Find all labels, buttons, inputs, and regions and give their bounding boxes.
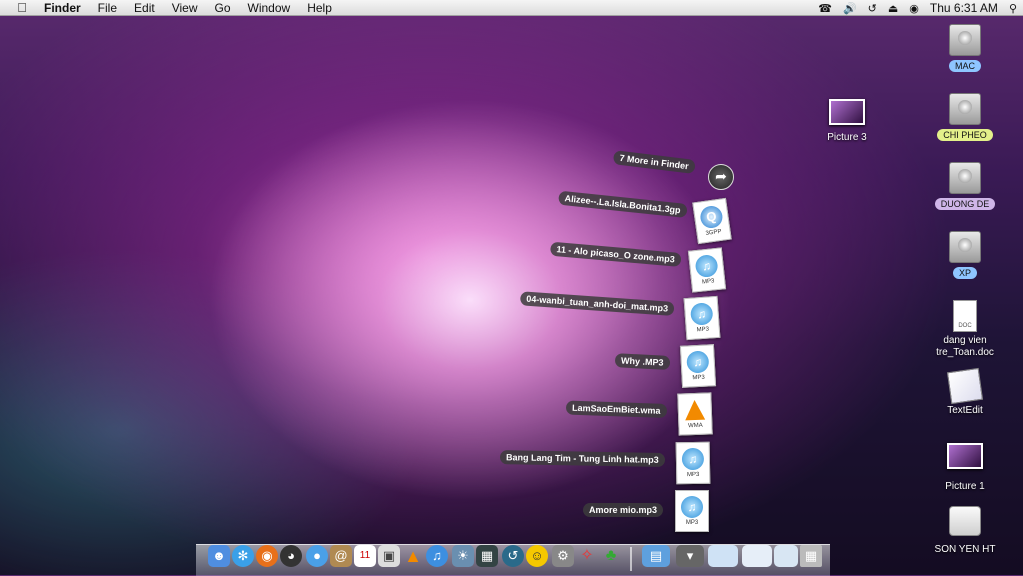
wifi-icon[interactable]: ◉ [909,2,919,15]
phone-icon[interactable]: ☎ [818,2,832,15]
stack-item-label[interactable]: Alizee--.La.Isla.Bonita1.3gp [557,190,688,218]
hard-drive-icon [949,24,981,56]
desktop-item-label: dang vien tre_Toan.doc [936,335,994,358]
time-machine-icon[interactable]: ↺ [502,545,524,567]
dashboard-icon[interactable]: ◕ [280,545,302,567]
desktop-drive-xp[interactable]: XP [920,231,1010,281]
stack-file-mp3[interactable]: ♫ MP3 [675,490,709,532]
desktop-file-picture-3[interactable]: Picture 3 [802,99,892,144]
stack-file-mp3[interactable]: ♫ MP3 [679,344,717,388]
eject-icon[interactable]: ⏏ [888,2,898,15]
desktop-drive-son-yen-ht[interactable]: SON YEN HT [920,506,1010,556]
desktop-drive-chi-pheo[interactable]: CHI PHEO [920,93,1010,143]
menu-help[interactable]: Help [307,1,332,15]
desktop-item-label: MAC [949,60,981,72]
vlc-icon[interactable]: ▲ [402,545,424,567]
desktop-app-textedit[interactable]: TextEdit [920,367,1010,417]
word-document-icon: DOC [953,300,977,332]
desktop-item-label: Picture 1 [945,481,985,492]
stack-item-label[interactable]: Bang Lang Tim - Tung Linh hat.mp3 [499,450,665,467]
trash-icon[interactable]: ▦ [800,545,822,567]
menu-go[interactable]: Go [215,1,231,15]
vlc-cone-icon [684,399,706,421]
ical-icon[interactable]: 11 [354,545,376,567]
menu-window[interactable]: Window [248,1,291,15]
dock: ☻ ✻ ◉ ◕ ● @ 11 ▣ ▲ ♫ ☀ ▦ ↺ ☺ ⚙ ✧ ♣ ▤ ▾ ▦ [196,544,830,576]
menu-view[interactable]: View [172,1,198,15]
preview-icon[interactable]: ▣ [378,545,400,567]
stack-file-wma[interactable]: WMA [677,392,713,436]
safari-icon[interactable]: ✻ [232,545,254,567]
itunes-music-icon: ♫ [681,447,705,471]
address-book-icon[interactable]: @ [330,545,352,567]
menu-bar:  Finder File Edit View Go Window Help ☎… [0,0,1023,16]
stack-item-label[interactable]: 11 - Alo picaso_O zone.mp3 [549,241,682,267]
firefox-icon[interactable]: ◉ [256,545,278,567]
desktop-item-label: Picture 3 [827,132,867,143]
frog-icon[interactable]: ♣ [600,545,622,567]
flash-icon[interactable]: ✧ [576,545,598,567]
image-thumbnail-icon [947,443,983,469]
spotlight-search-icon[interactable]: ⚲ [1009,2,1017,15]
window-thumbnail-icon[interactable] [708,545,738,567]
stack-file-mp3[interactable]: ♫ MP3 [675,441,711,485]
itunes-music-icon: ♫ [689,302,714,326]
image-thumbnail-icon [829,99,865,125]
iphoto-icon[interactable]: ☀ [452,545,474,567]
desktop-item-label: DUONG DE [934,198,996,210]
itunes-music-icon: ♫ [694,253,719,279]
downloads-stack-icon[interactable]: ▾ [676,545,704,567]
menu-app-finder[interactable]: Finder [44,1,81,15]
desktop-drive-duong-de[interactable]: DUONG DE [920,162,1010,212]
desktop-file-doc[interactable]: DOC dang vien tre_Toan.doc [915,300,1015,359]
menu-edit[interactable]: Edit [134,1,155,15]
hard-drive-icon [949,231,981,263]
stack-file-mp3[interactable]: ♫ MP3 [683,295,721,341]
desktop-item-label: SON YEN HT [934,544,996,555]
system-preferences-icon[interactable]: ⚙ [552,545,574,567]
time-machine-menu-icon[interactable]: ↺ [868,2,877,15]
stack-file-3gpp[interactable]: Q 3GPP [692,197,732,245]
yahoo-messenger-icon[interactable]: ☺ [526,545,548,567]
window-thumbnail-icon[interactable] [774,545,798,567]
spaces-icon[interactable]: ▦ [476,545,498,567]
menu-clock[interactable]: Thu 6:31 AM [930,1,998,15]
external-drive-icon [949,506,981,536]
window-thumbnail-icon[interactable] [742,545,772,567]
stack-item-label[interactable]: Why .MP3 [614,353,670,370]
dock-separator [630,547,632,571]
desktop-drive-mac[interactable]: MAC [920,24,1010,74]
hard-drive-icon [949,93,981,125]
desktop-file-picture-1[interactable]: Picture 1 [920,443,1010,493]
itunes-music-icon: ♫ [681,496,703,518]
applications-folder-icon[interactable]: ▤ [642,545,670,567]
itunes-music-icon: ♫ [686,350,710,374]
stack-item-label[interactable]: 04-wanbi_tuan_anh-doi_mat.mp3 [519,291,675,316]
hard-drive-icon [949,162,981,194]
menu-file[interactable]: File [98,1,117,15]
quicktime-icon: Q [699,204,724,230]
volume-icon[interactable]: 🔊 [843,2,857,15]
ichat-icon[interactable]: ● [306,545,328,567]
stack-more-in-finder[interactable]: 7 More in Finder [612,150,696,174]
stack-item-label[interactable]: Amore mio.mp3 [583,503,664,517]
open-in-finder-arrow-icon[interactable]: ➦ [708,164,734,190]
desktop-item-label: CHI PHEO [937,129,993,141]
finder-icon[interactable]: ☻ [208,545,230,567]
apple-menu-icon[interactable]:  [14,0,30,15]
stack-file-mp3[interactable]: ♫ MP3 [687,247,727,293]
desktop-item-label: TextEdit [947,405,983,416]
textedit-icon [946,367,984,405]
desktop-item-label: XP [952,267,977,279]
stack-item-label[interactable]: LamSaoEmBiet.wma [565,400,667,418]
itunes-icon[interactable]: ♫ [426,545,448,567]
